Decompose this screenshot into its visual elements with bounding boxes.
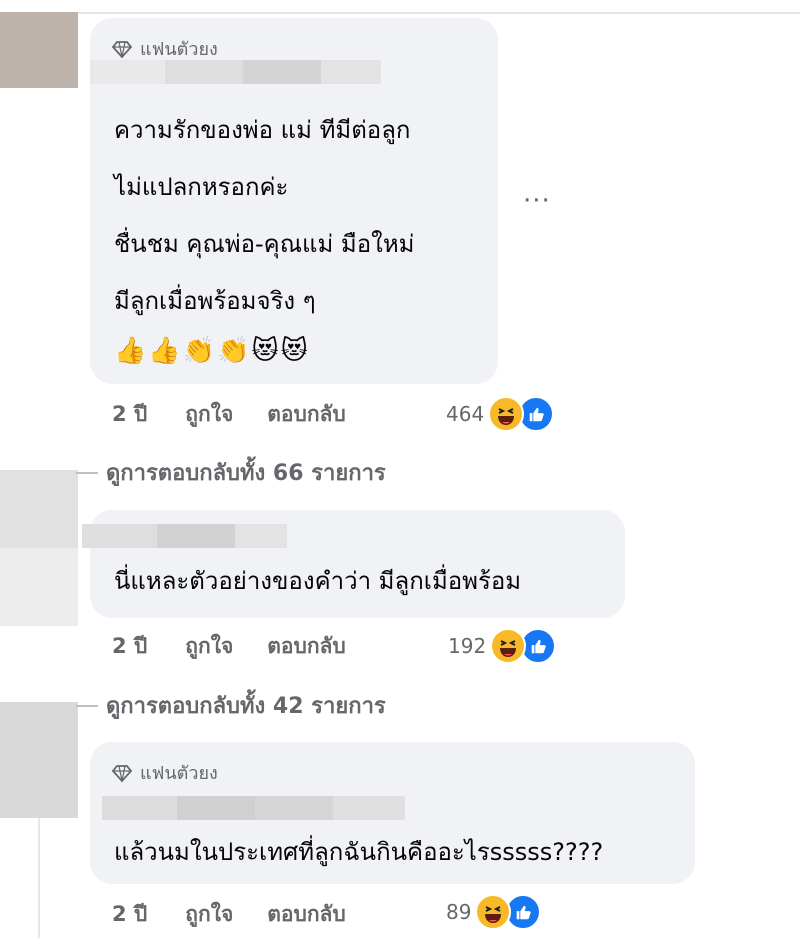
comment-actions: 2 ปี ถูกใจ ตอบกลับ <box>112 898 380 931</box>
like-button[interactable]: ถูกใจ <box>185 630 233 663</box>
comment-line: ความรักของพ่อ แม่ ทีมีต่อลูก <box>114 116 411 144</box>
avatar[interactable] <box>0 470 78 548</box>
view-replies-label: ดูการตอบกลับทั้ง 66 รายการ <box>106 461 386 486</box>
commenter-name-blurred[interactable] <box>82 524 287 548</box>
reply-button[interactable]: ตอบกลับ <box>267 898 346 931</box>
comment-actions: 2 ปี ถูกใจ ตอบกลับ <box>112 630 380 663</box>
like-button[interactable]: ถูกใจ <box>185 398 233 431</box>
top-fan-badge[interactable]: แฟนตัวยง <box>112 34 218 63</box>
more-options-button[interactable]: ··· <box>523 186 551 216</box>
avatar[interactable] <box>0 12 78 88</box>
avatar-blurred-area <box>0 548 78 626</box>
comment-bubble: นี่แหละตัวอย่างของคำว่า มีลูกเมื่อพร้อม <box>82 510 625 618</box>
reply-button[interactable]: ตอบกลับ <box>267 630 346 663</box>
reactions[interactable]: 192 <box>448 628 557 664</box>
diamond-icon <box>112 40 132 58</box>
reply-button[interactable]: ตอบกลับ <box>267 398 346 431</box>
haha-reaction-icon <box>475 894 512 930</box>
reaction-count: 192 <box>448 634 487 658</box>
view-replies-label: ดูการตอบกลับทั้ง 42 รายการ <box>106 694 386 719</box>
comment-bubble: แฟนตัวยง แล้วนมในประเทศที่ลูกฉันกินคืออะ… <box>90 742 695 884</box>
like-button[interactable]: ถูกใจ <box>185 898 233 931</box>
view-replies-link[interactable]: ดูการตอบกลับทั้ง 66 รายการ <box>76 455 386 490</box>
top-divider <box>0 12 800 14</box>
comment-line: มีลูกเมื่อพร้อมจริง ๆ <box>114 287 316 315</box>
comment-bubble: แฟนตัวยง ความรักของพ่อ แม่ ทีมีต่อลูก ไม… <box>90 18 498 384</box>
reactions[interactable]: 464 <box>446 396 555 432</box>
reply-connector <box>76 704 98 707</box>
comment-text: แล้วนมในประเทศที่ลูกฉันกินคืออะไรsssss??… <box>114 838 604 866</box>
avatar[interactable] <box>0 702 78 818</box>
diamond-icon <box>112 764 132 782</box>
reaction-count: 89 <box>446 900 472 924</box>
comment-text: ความรักของพ่อ แม่ ทีมีต่อลูก ไม่แปลกหรอก… <box>114 102 414 330</box>
badge-label: แฟนตัวยง <box>140 39 218 60</box>
view-replies-link[interactable]: ดูการตอบกลับทั้ง 42 รายการ <box>76 688 386 723</box>
comment-line: ชื่นชม คุณพ่อ-คุณแม่ มือใหม่ <box>114 230 415 258</box>
badge-label: แฟนตัวยง <box>140 763 218 784</box>
haha-reaction-icon <box>488 396 525 432</box>
comment-age[interactable]: 2 ปี <box>112 398 147 431</box>
comment-emojis: 👍👍👏👏😻😻 <box>114 336 310 366</box>
top-fan-badge[interactable]: แฟนตัวยง <box>112 758 218 787</box>
comment-line: ไม่แปลกหรอกค่ะ <box>114 173 289 201</box>
commenter-name-blurred[interactable] <box>102 796 405 820</box>
comment-actions: 2 ปี ถูกใจ ตอบกลับ <box>112 398 380 431</box>
reply-connector <box>76 471 98 474</box>
comment-age[interactable]: 2 ปี <box>112 898 147 931</box>
reaction-count: 464 <box>446 402 485 426</box>
commenter-name-blurred[interactable] <box>90 60 381 84</box>
comment-age[interactable]: 2 ปี <box>112 630 147 663</box>
comment-text: นี่แหละตัวอย่างของคำว่า มีลูกเมื่อพร้อม <box>114 567 522 595</box>
haha-reaction-icon <box>490 628 527 664</box>
thread-line <box>38 818 40 938</box>
reactions[interactable]: 89 <box>446 894 542 930</box>
